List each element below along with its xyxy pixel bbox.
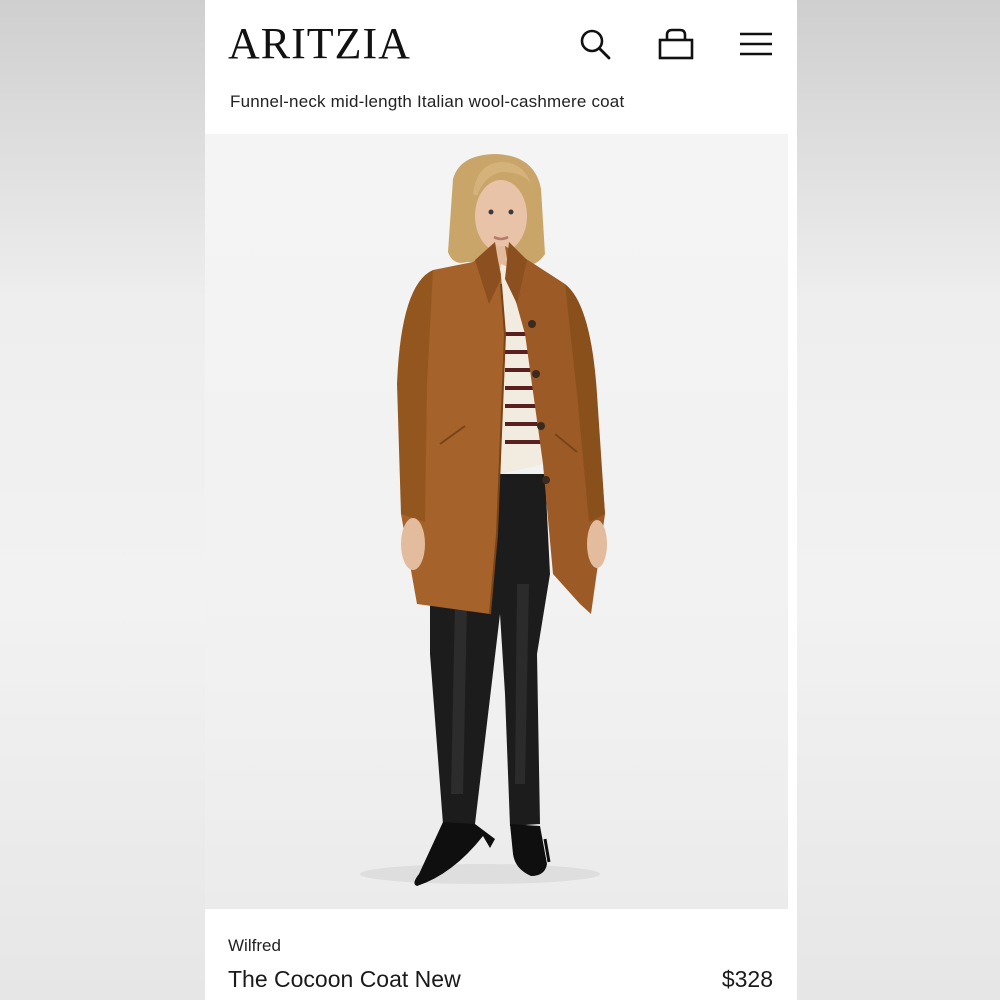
search-icon (580, 29, 611, 60)
product-image[interactable] (205, 134, 788, 909)
product-info: Wilfred The Cocoon Coat New $328 (205, 909, 797, 1000)
left-blur-background (0, 0, 205, 1000)
menu-button[interactable] (736, 24, 776, 64)
model-illustration (360, 154, 607, 886)
brand-logo[interactable]: ARITZIA (228, 22, 411, 66)
menu-icon (740, 32, 772, 56)
product-name[interactable]: The Cocoon Coat New (228, 966, 461, 993)
search-button[interactable] (575, 24, 615, 64)
site-header: ARITZIA (205, 0, 797, 90)
bag-icon (658, 28, 694, 60)
product-page: ARITZIA Funnel-neck mid-length Italian w… (205, 0, 797, 1000)
bag-button[interactable] (656, 24, 696, 64)
right-blur-background (797, 0, 1000, 1000)
product-subtitle: Funnel-neck mid-length Italian wool-cash… (230, 92, 625, 111)
product-price: $328 (721, 966, 773, 992)
product-brand[interactable]: Wilfred (228, 936, 281, 956)
